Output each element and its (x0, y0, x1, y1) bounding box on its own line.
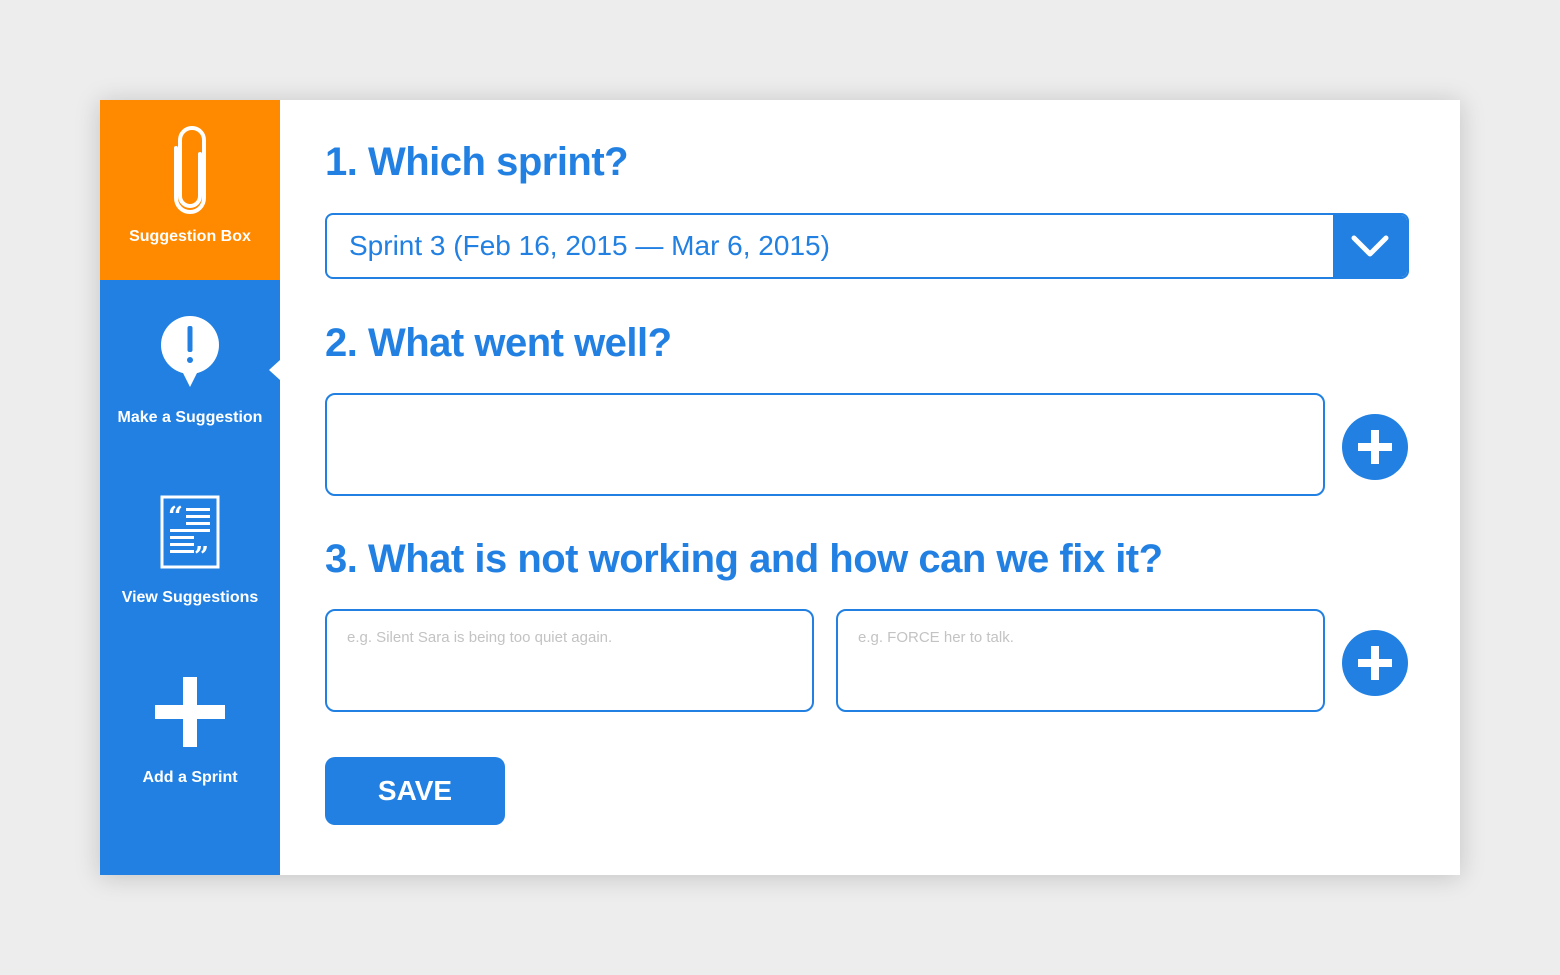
paperclip-icon (174, 126, 206, 214)
svg-text:“: “ (168, 502, 183, 532)
sprint-select[interactable]: Sprint 3 (Feb 16, 2015 — Mar 6, 2015) (325, 213, 1409, 279)
sidebar: Suggestion Box Make a Suggestion “ ” Vie… (100, 100, 280, 875)
plus-icon (1358, 430, 1392, 464)
active-indicator (269, 360, 280, 380)
add-went-well-button[interactable] (1342, 414, 1408, 480)
fix-input[interactable] (836, 609, 1325, 712)
quote-document-icon: “ ” (160, 495, 220, 569)
question-2-title: 2. What went well? (325, 321, 672, 365)
exclamation-bubble-icon (161, 316, 219, 387)
sidebar-item-label: Make a Suggestion (117, 409, 263, 426)
plus-icon (1358, 646, 1392, 680)
sidebar-item-add-sprint[interactable]: Add a Sprint (100, 640, 280, 820)
dropdown-button[interactable] (1333, 215, 1407, 277)
question-1-title: 1. Which sprint? (325, 140, 629, 184)
sidebar-item-label: View Suggestions (121, 589, 259, 606)
question-3-title: 3. What is not working and how can we fi… (325, 537, 1163, 581)
save-button[interactable]: SAVE (325, 757, 505, 825)
sidebar-item-view-suggestions[interactable]: “ ” View Suggestions (100, 460, 280, 640)
app-window: Suggestion Box Make a Suggestion “ ” Vie… (100, 100, 1460, 875)
sidebar-item-label: Add a Sprint (142, 769, 238, 786)
plus-icon (155, 677, 225, 747)
went-well-input[interactable] (325, 393, 1325, 496)
chevron-down-icon (1351, 235, 1389, 257)
sidebar-item-make-suggestion[interactable]: Make a Suggestion (100, 280, 280, 460)
sprint-select-value: Sprint 3 (Feb 16, 2015 — Mar 6, 2015) (349, 230, 830, 261)
add-problem-button[interactable] (1342, 630, 1408, 696)
suggestion-form: 1. Which sprint? Sprint 3 (Feb 16, 2015 … (280, 100, 1460, 875)
brand-label: Suggestion Box (129, 228, 251, 245)
svg-text:”: ” (194, 542, 209, 569)
brand-header[interactable]: Suggestion Box (100, 100, 280, 280)
problem-input[interactable] (325, 609, 814, 712)
